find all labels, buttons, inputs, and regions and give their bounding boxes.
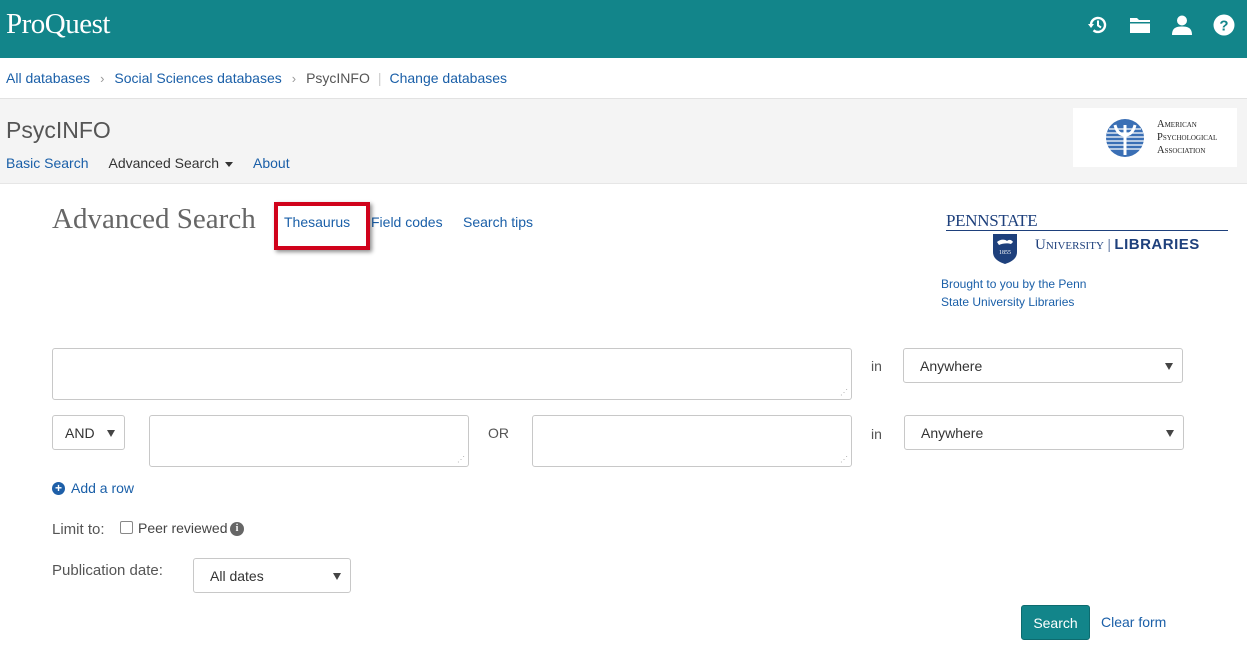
in-label: in bbox=[871, 358, 882, 374]
search-button[interactable]: Search bbox=[1021, 605, 1090, 640]
chevron-right-icon: › bbox=[100, 70, 105, 86]
peer-reviewed-label[interactable]: Peer reviewed bbox=[138, 520, 228, 536]
penn-state-libraries-logo: PENNSTATE 1855 University | LIBRARIES bbox=[946, 211, 1230, 271]
field-select-row1[interactable]: Anywhere bbox=[903, 348, 1183, 383]
publication-date-value: All dates bbox=[210, 567, 264, 584]
page-title: Advanced Search bbox=[52, 203, 256, 235]
field-select-row2[interactable]: Anywhere bbox=[904, 415, 1184, 450]
top-bar: ProQuest ? bbox=[0, 0, 1247, 58]
chevron-right-icon: › bbox=[291, 70, 297, 86]
add-row-label: Add a row bbox=[71, 480, 135, 496]
search-input-row2a[interactable]: ⋰ bbox=[149, 415, 469, 467]
database-title: PsycINFO bbox=[6, 117, 111, 143]
top-icons: ? bbox=[1087, 14, 1235, 36]
divider: | bbox=[377, 70, 382, 86]
breadcrumb-social-sciences[interactable]: Social Sciences databases bbox=[114, 70, 281, 86]
thesaurus-highlight-box bbox=[274, 202, 370, 250]
apa-logo: American Psychological Association bbox=[1073, 108, 1237, 167]
in-label: in bbox=[871, 426, 882, 442]
plus-circle-icon: + bbox=[52, 481, 65, 495]
add-row-button[interactable]: + Add a row bbox=[52, 480, 134, 496]
help-icon[interactable]: ? bbox=[1213, 14, 1235, 36]
dropdown-arrow-icon bbox=[1166, 429, 1174, 437]
breadcrumb: All databases › Social Sciences database… bbox=[0, 58, 1247, 99]
brought-to-you-text: Brought to you by the Penn State Univers… bbox=[941, 277, 1087, 309]
caret-down-icon bbox=[225, 161, 234, 167]
psu-university-libraries: University | LIBRARIES bbox=[1035, 236, 1200, 253]
svg-text:1855: 1855 bbox=[999, 250, 1011, 256]
dropdown-arrow-icon bbox=[107, 429, 115, 437]
folder-icon[interactable] bbox=[1129, 14, 1151, 36]
field-select-row1-value: Anywhere bbox=[920, 357, 983, 374]
resize-grip-icon[interactable]: ⋰ bbox=[840, 389, 848, 397]
proquest-logo[interactable]: ProQuest bbox=[6, 8, 110, 41]
tab-about[interactable]: About bbox=[253, 155, 290, 171]
change-databases-link[interactable]: Change databases bbox=[390, 70, 508, 86]
operator-select-value: AND bbox=[65, 424, 95, 441]
field-select-row2-value: Anywhere bbox=[921, 424, 984, 441]
limit-to-label: Limit to: bbox=[52, 521, 105, 538]
operator-select-row2[interactable]: AND bbox=[52, 415, 125, 450]
history-icon[interactable] bbox=[1087, 14, 1109, 36]
breadcrumb-current: PsycINFO bbox=[306, 70, 370, 86]
database-header: PsycINFO Basic Search Advanced Search Ab… bbox=[0, 99, 1247, 184]
resize-grip-icon[interactable]: ⋰ bbox=[840, 456, 848, 464]
or-label: OR bbox=[488, 425, 509, 441]
peer-reviewed-checkbox[interactable] bbox=[120, 521, 133, 534]
psu-wordmark: PENNSTATE bbox=[946, 211, 1038, 230]
clear-form-link[interactable]: Clear form bbox=[1101, 614, 1166, 630]
apa-emblem-icon bbox=[1106, 118, 1144, 157]
publication-date-select[interactable]: All dates bbox=[193, 558, 351, 593]
dropdown-arrow-icon bbox=[1165, 362, 1173, 370]
tab-advanced-search-label: Advanced Search bbox=[108, 155, 220, 171]
psu-shield-icon: 1855 bbox=[993, 234, 1017, 264]
dropdown-arrow-icon bbox=[333, 572, 341, 580]
publication-date-label: Publication date: bbox=[52, 562, 163, 579]
info-icon[interactable]: i bbox=[230, 522, 244, 536]
apa-logo-text: American Psychological Association bbox=[1157, 119, 1218, 156]
user-icon[interactable] bbox=[1171, 14, 1193, 36]
svg-text:?: ? bbox=[1219, 18, 1228, 35]
search-tips-link[interactable]: Search tips bbox=[463, 214, 533, 230]
breadcrumb-all-databases[interactable]: All databases bbox=[6, 70, 90, 86]
search-input-row1[interactable]: ⋰ bbox=[52, 348, 852, 400]
database-nav: Basic Search Advanced Search About bbox=[6, 155, 290, 171]
field-codes-link[interactable]: Field codes bbox=[371, 214, 443, 230]
psu-rule bbox=[946, 230, 1228, 231]
tab-advanced-search[interactable]: Advanced Search bbox=[108, 155, 234, 171]
tab-basic-search[interactable]: Basic Search bbox=[6, 155, 88, 171]
search-input-row2b[interactable]: ⋰ bbox=[532, 415, 852, 467]
resize-grip-icon[interactable]: ⋰ bbox=[457, 456, 465, 464]
